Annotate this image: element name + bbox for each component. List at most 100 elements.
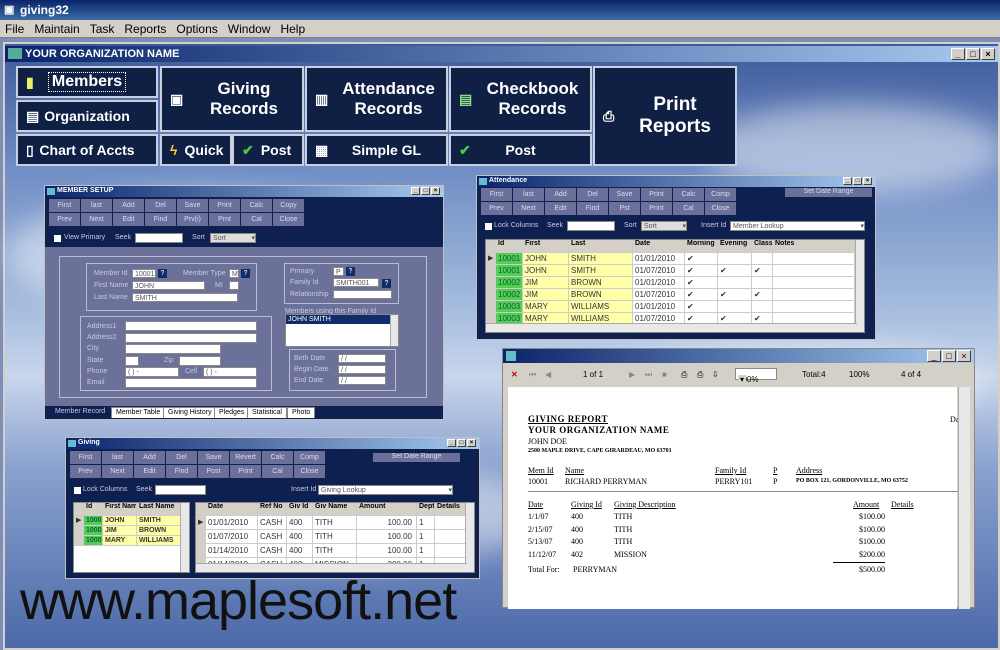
horizontal-scrollbar[interactable] <box>486 323 857 332</box>
vertical-scrollbar[interactable] <box>180 503 189 572</box>
toolbar-add-button[interactable]: Add <box>134 451 165 464</box>
print-setup-icon[interactable]: ⎙ <box>697 370 703 380</box>
tab-statistical[interactable]: Statistical <box>247 407 287 418</box>
maximize-button[interactable]: □ <box>457 439 466 447</box>
checkbook-records-button[interactable]: ▤ Checkbook Records <box>449 66 592 132</box>
table-row[interactable]: 10002 JIM BROWN 01/01/2010 ✔ <box>486 277 864 289</box>
row-selector[interactable] <box>74 536 84 545</box>
lock-columns-checkbox[interactable] <box>485 223 492 230</box>
minimize-button[interactable]: _ <box>843 177 852 185</box>
toolbar-close-button[interactable]: Close <box>705 202 736 215</box>
member-type-field[interactable]: M <box>229 269 239 278</box>
column-header[interactable]: Morning <box>685 240 718 252</box>
giving-members-grid[interactable]: IdFirst NameLast Name▶10001JOHNSMITH1000… <box>73 502 190 573</box>
toolbar-post-button[interactable]: Post <box>198 465 229 478</box>
zoom-select[interactable]: 100% ▾ <box>735 368 777 385</box>
view-primary-checkbox[interactable] <box>54 235 61 242</box>
last-page-icon[interactable]: ⏭ <box>645 370 652 380</box>
toolbar-add-button[interactable]: Add <box>545 188 576 201</box>
menu-window[interactable]: Window <box>223 20 276 36</box>
end-date-field[interactable]: / / <box>338 376 386 385</box>
toolbar-del-button[interactable]: Del <box>166 451 197 464</box>
lookup-button[interactable]: ? <box>241 269 250 278</box>
toolbar-last-button[interactable]: last <box>513 188 544 201</box>
toolbar-calc-button[interactable]: Calc <box>262 451 293 464</box>
table-row[interactable]: 10002JIMBROWN <box>74 526 189 536</box>
sort-select[interactable]: Sort ▾ <box>641 221 687 231</box>
table-row[interactable]: 10002 JIM BROWN 01/07/2010 ✔ ✔ ✔ <box>486 289 864 301</box>
column-header[interactable]: First Name <box>103 503 137 515</box>
giving-records-button[interactable]: ▣ Giving Records <box>160 66 304 132</box>
relationship-field[interactable] <box>333 290 392 299</box>
column-header[interactable]: Giv Id <box>287 503 313 515</box>
print-icon[interactable]: ⎙ <box>681 370 687 380</box>
column-header[interactable]: Amount <box>357 503 417 515</box>
birth-date-field[interactable]: / / <box>338 354 386 363</box>
toolbar-cal-button[interactable]: Cal <box>241 213 272 226</box>
zip-field[interactable] <box>179 356 221 366</box>
toolbar-del-button[interactable]: Del <box>145 199 176 212</box>
giving-entries-grid[interactable]: Date Ref No Giv Id Giv Name Amount Dept Detail… <box>195 502 475 573</box>
toolbar-next-button[interactable]: Next <box>81 213 112 226</box>
close-button[interactable]: × <box>863 177 872 185</box>
lookup-button[interactable]: ? <box>382 279 391 288</box>
toolbar-calc-button[interactable]: Calc <box>673 188 704 201</box>
toolbar-edit-button[interactable]: Edit <box>545 202 576 215</box>
print-reports-button[interactable]: ⎙ Print Reports <box>593 66 737 166</box>
column-header[interactable]: Details <box>435 503 467 515</box>
lookup-button[interactable]: ? <box>158 269 167 278</box>
vertical-scrollbar[interactable] <box>855 240 864 332</box>
column-header[interactable]: Notes <box>773 240 855 252</box>
email-field[interactable] <box>125 378 257 388</box>
current-row-indicator-icon[interactable]: ▶ <box>486 253 496 264</box>
close-button[interactable]: × <box>431 187 440 195</box>
post-giving-button[interactable]: ✔ Post <box>232 134 304 166</box>
tab-pledges[interactable]: Pledges <box>214 407 250 418</box>
toolbar-revert-button[interactable]: Revert <box>230 451 261 464</box>
menu-task[interactable]: Task <box>85 20 120 36</box>
cell-field[interactable]: ( ) - <box>203 367 257 377</box>
toolbar-add-button[interactable]: Add <box>113 199 144 212</box>
maximize-button[interactable]: □ <box>853 177 862 185</box>
set-date-range-button[interactable]: Set Date Range <box>373 453 460 462</box>
maximize-button[interactable]: □ <box>966 48 980 60</box>
tab-member-table[interactable]: Member Table <box>111 407 166 418</box>
toolbar-first-button[interactable]: First <box>481 188 512 201</box>
toolbar-print-button[interactable]: Print <box>209 199 240 212</box>
column-header[interactable]: Last <box>569 240 633 252</box>
toolbar-print-button[interactable]: Print <box>641 202 672 215</box>
members-button[interactable]: ▮ Members <box>16 66 158 98</box>
toolbar-save-button[interactable]: Save <box>177 199 208 212</box>
lookup-button[interactable]: ? <box>346 267 355 276</box>
mi-field[interactable] <box>229 281 239 290</box>
toolbar-close-button[interactable]: Close <box>294 465 325 478</box>
close-button[interactable]: × <box>981 48 995 60</box>
toolbar-find-button[interactable]: Find <box>166 465 197 478</box>
tab-photo[interactable]: Photo <box>287 407 316 418</box>
column-header[interactable]: Date <box>206 503 258 515</box>
post-checkbook-button[interactable]: ✔ Post <box>449 134 592 166</box>
maximize-button[interactable]: □ <box>421 187 430 195</box>
toolbar-print-button[interactable]: Print <box>641 188 672 201</box>
insert-id-select[interactable]: Giving Lookup ▾ <box>318 485 453 495</box>
column-header[interactable]: Class <box>752 240 773 252</box>
table-row[interactable]: ▶10001JOHNSMITH <box>74 516 189 526</box>
column-header[interactable]: Giv Name <box>313 503 357 515</box>
sort-select[interactable]: Sort ▾ <box>210 233 256 243</box>
organization-button[interactable]: ▤ Organization <box>16 100 158 132</box>
table-row[interactable]: 10001 JOHN SMITH 01/07/2010 ✔ ✔ ✔ <box>486 265 864 277</box>
seek-input[interactable] <box>135 233 183 243</box>
first-name-field[interactable]: JOHN <box>132 281 205 290</box>
column-header[interactable]: Dept <box>417 503 435 515</box>
table-row[interactable]: 10003MARYWILLIAMS <box>74 536 189 546</box>
toolbar-prev-button[interactable]: Prev <box>481 202 512 215</box>
next-page-icon[interactable]: ▶ <box>629 370 635 379</box>
toolbar-first-button[interactable]: First <box>49 199 80 212</box>
seek-input[interactable] <box>567 221 615 231</box>
tab-giving-history[interactable]: Giving History <box>163 407 217 418</box>
close-button[interactable]: × <box>467 439 476 447</box>
toolbar-cal-button[interactable]: Cal <box>673 202 704 215</box>
row-selector[interactable] <box>486 277 496 288</box>
table-row[interactable]: 01/07/2010 CASH 400 TITH 100.00 1 <box>196 530 474 544</box>
family-id-field[interactable]: SMITH001 <box>333 278 379 287</box>
